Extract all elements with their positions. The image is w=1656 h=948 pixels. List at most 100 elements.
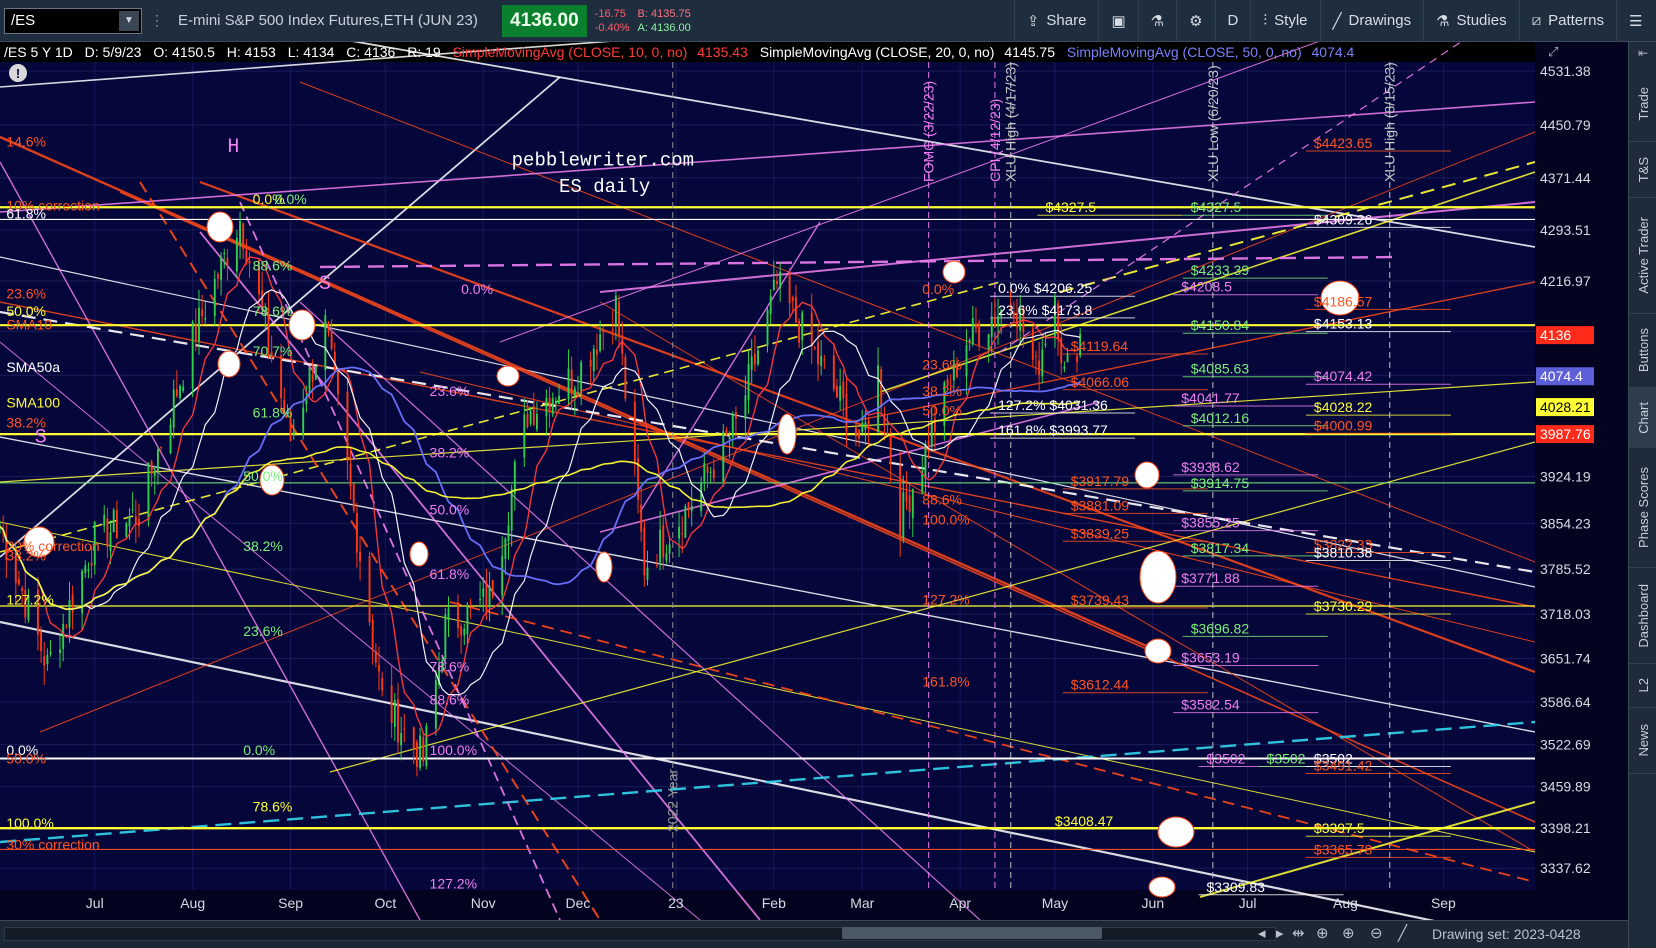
candle-body	[731, 414, 734, 438]
candle-body	[618, 301, 621, 337]
sidebar-tab-l2[interactable]: L2	[1629, 664, 1656, 708]
candle-body	[567, 368, 570, 400]
candle-body	[156, 449, 159, 472]
sidebar-tab-trade[interactable]: Trade	[1629, 66, 1656, 142]
candle-body	[573, 388, 576, 396]
candle-body	[103, 514, 106, 527]
fib-label: 127.2%	[430, 875, 477, 891]
candle-body	[179, 385, 181, 399]
level-label: $3502	[1207, 750, 1246, 766]
event-label: XLU Low (6/20/23)	[1205, 65, 1221, 182]
aggregation-button[interactable]: D	[1214, 0, 1251, 42]
fib-label: SMA10	[6, 316, 52, 332]
crosshair-icon[interactable]: ⊕	[1316, 924, 1329, 942]
patterns-button[interactable]: ⧄ Patterns	[1518, 0, 1616, 42]
expand-icon[interactable]: ⤢	[1548, 45, 1558, 60]
candle-body	[153, 472, 156, 476]
candle-body	[412, 727, 415, 749]
zoom-out-icon[interactable]: ⊖	[1370, 924, 1383, 942]
candle-body	[381, 678, 384, 691]
candle-body	[469, 602, 472, 604]
candle-body	[728, 436, 731, 440]
candle-body	[1066, 353, 1069, 363]
candle-body	[845, 393, 848, 432]
candle-body	[352, 483, 355, 511]
sidebar-tab-buttons[interactable]: Buttons	[1629, 314, 1656, 388]
y-tick-label: 4450.79	[1540, 117, 1591, 133]
y-tick-label: 4371.44	[1540, 170, 1591, 186]
zoom-in-icon[interactable]: ⊕	[1342, 924, 1355, 942]
x-tick-label: May	[1042, 895, 1068, 911]
drawing-set-label[interactable]: Drawing set: 2023-0428	[1432, 926, 1581, 942]
candle-body	[712, 469, 715, 479]
fib-label: 100.0%	[6, 815, 53, 831]
grid-button[interactable]: ▣	[1098, 0, 1137, 42]
candle-body	[457, 602, 459, 629]
candle-body	[772, 279, 775, 291]
symbol-dropdown-icon[interactable]: ▼	[119, 10, 139, 31]
price-marker-label: 4136	[1540, 327, 1571, 343]
drawings-button[interactable]: ╱ Drawings	[1319, 0, 1424, 42]
symbol-input[interactable]: /ES ▼	[4, 7, 142, 34]
instrument-description: E-mini S&P 500 Index Futures,ETH (JUN 23…	[178, 12, 478, 29]
studies-button[interactable]: ⚗ Studies	[1423, 0, 1519, 42]
menu-button[interactable]: ☰	[1616, 0, 1656, 42]
sma50-label[interactable]: SimpleMovingAvg (CLOSE, 50, 0, no)	[1067, 44, 1302, 60]
candle-body	[776, 280, 778, 284]
level-label: $4423.65	[1314, 135, 1373, 151]
level-label: $4233.39	[1191, 262, 1250, 278]
ohlc-range: R: 19	[407, 44, 441, 60]
candle-body	[820, 355, 823, 367]
link-icon[interactable]: ⋮	[150, 12, 164, 29]
sma10-label[interactable]: SimpleMovingAvg (CLOSE, 10, 0, no)	[453, 44, 688, 60]
sidebar-tab-chart[interactable]: Chart	[1629, 388, 1656, 448]
expand-time-icon[interactable]: ⇹	[1292, 924, 1305, 942]
sma20-label[interactable]: SimpleMovingAvg (CLOSE, 20, 0, no)	[760, 44, 995, 60]
candle-body	[150, 461, 153, 475]
candle-body	[817, 342, 819, 365]
scroll-left-icon[interactable]: ◂	[1258, 924, 1266, 942]
candle-body	[703, 463, 706, 482]
candle-body	[444, 614, 447, 660]
candle-body	[558, 395, 560, 404]
fib-label: 50.0%	[922, 403, 962, 419]
share-button[interactable]: ⇪ Share	[1013, 0, 1099, 42]
fib-label: 88.6%	[430, 692, 470, 708]
candle-body	[115, 509, 118, 539]
horizontal-scroll-thumb[interactable]	[842, 927, 1102, 939]
candle-body	[491, 579, 494, 598]
candle-body	[1035, 355, 1037, 357]
fib-label: 38.2%	[243, 538, 283, 554]
flask-button[interactable]: ⚗	[1137, 0, 1176, 42]
level-label: $4150.84	[1191, 317, 1250, 333]
fib-label: 50.0%	[430, 501, 470, 517]
candle-body	[602, 331, 605, 333]
sidebar-tab-news[interactable]: News	[1629, 708, 1656, 774]
candle-body	[908, 495, 911, 512]
price-marker-label: 3987.76	[1540, 426, 1591, 442]
collapse-sidebar-icon[interactable]: ⇤	[1629, 42, 1656, 64]
scroll-right-icon[interactable]: ▸	[1276, 924, 1284, 942]
settings-button[interactable]: ⚙	[1176, 0, 1214, 42]
level-label: $4327.5	[1045, 199, 1096, 215]
last-price: 4136.00	[502, 4, 587, 37]
level-label: $4066.06	[1071, 374, 1130, 390]
sidebar-tab-phase-scores[interactable]: Phase Scores	[1629, 448, 1656, 568]
annotation: ES daily	[559, 176, 650, 198]
sidebar-tab-active-trader[interactable]: Active Trader	[1629, 198, 1656, 314]
candle-body	[599, 334, 602, 351]
drawing-tool-icon[interactable]: ╱	[1398, 924, 1407, 942]
candle-body	[545, 398, 548, 417]
price-chart[interactable]: FOMC (3/22/23) CPI (4/12/23) XLU High (4/1…	[0, 42, 1628, 920]
candle-body	[744, 395, 747, 420]
candle-body	[355, 512, 358, 553]
candle-body	[213, 278, 216, 317]
style-button[interactable]: ⫶ Style	[1250, 0, 1319, 42]
candle-body	[589, 360, 592, 367]
y-tick-label: 3718.03	[1540, 606, 1591, 622]
sidebar-tab-dashboard[interactable]: Dashboard	[1629, 568, 1656, 664]
sidebar-tab-t-s[interactable]: T&S	[1629, 142, 1656, 198]
x-tick-label: 23	[668, 895, 684, 911]
candle-body	[725, 429, 728, 436]
net-change: -16.75	[594, 7, 626, 20]
